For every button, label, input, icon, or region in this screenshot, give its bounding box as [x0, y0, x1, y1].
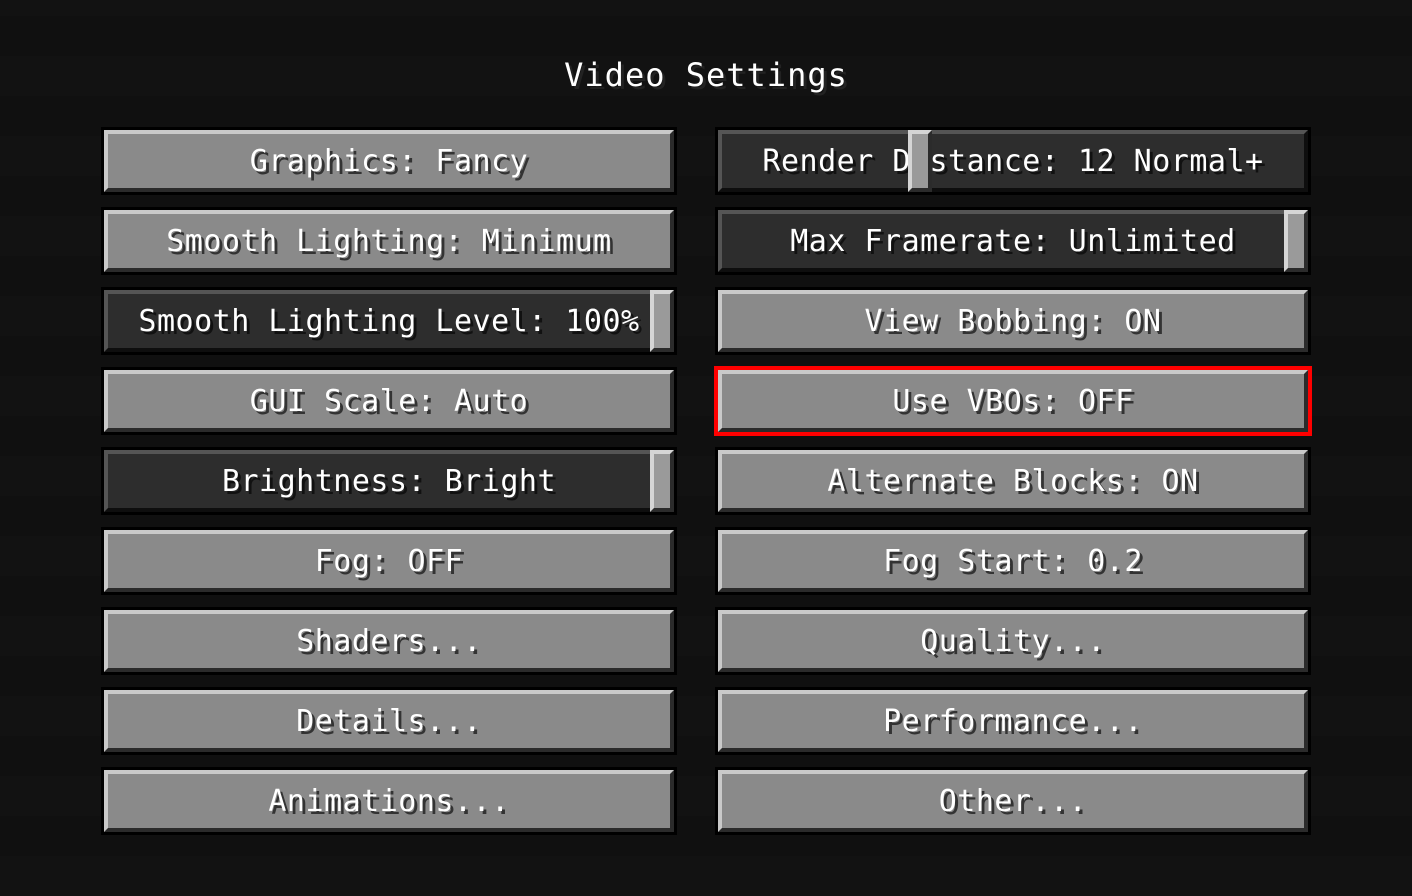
fog-start-button[interactable]: Fog Start: 0.2: [718, 530, 1308, 592]
slider-thumb[interactable]: [1284, 210, 1308, 272]
alternate-blocks-button[interactable]: Alternate Blocks: ON: [718, 450, 1308, 512]
details-button[interactable]: Details...: [104, 690, 674, 752]
performance-label: Performance...: [883, 704, 1143, 739]
fog-button[interactable]: Fog: OFF: [104, 530, 674, 592]
slider-thumb[interactable]: [908, 130, 932, 192]
gui-scale-button[interactable]: GUI Scale: Auto: [104, 370, 674, 432]
use-vbos-label: Use VBOs: OFF: [892, 384, 1133, 419]
animations-button[interactable]: Animations...: [104, 770, 674, 832]
render-distance-slider[interactable]: Render Distance: 12 Normal+: [718, 130, 1308, 192]
fog-start-label: Fog Start: 0.2: [883, 544, 1143, 579]
fog-label: Fog: OFF: [315, 544, 464, 579]
graphics-button[interactable]: Graphics: Fancy: [104, 130, 674, 192]
view-bobbing-button[interactable]: View Bobbing: ON: [718, 290, 1308, 352]
details-label: Details...: [296, 704, 482, 739]
performance-button[interactable]: Performance...: [718, 690, 1308, 752]
quality-label: Quality...: [920, 624, 1106, 659]
view-bobbing-label: View Bobbing: ON: [865, 304, 1162, 339]
page-title: Video Settings: [564, 56, 848, 94]
smooth-lighting-button[interactable]: Smooth Lighting: Minimum: [104, 210, 674, 272]
gui-scale-label: GUI Scale: Auto: [250, 384, 528, 419]
use-vbos-button[interactable]: Use VBOs: OFF: [718, 370, 1308, 432]
animations-label: Animations...: [268, 784, 509, 819]
alternate-blocks-label: Alternate Blocks: ON: [827, 464, 1198, 499]
slider-thumb[interactable]: [650, 450, 674, 512]
shaders-button[interactable]: Shaders...: [104, 610, 674, 672]
smooth-lighting-label: Smooth Lighting: Minimum: [166, 224, 611, 259]
brightness-slider[interactable]: Brightness: Bright: [104, 450, 674, 512]
graphics-label: Graphics: Fancy: [250, 144, 528, 179]
max-framerate-slider[interactable]: Max Framerate: Unlimited: [718, 210, 1308, 272]
slider-thumb[interactable]: [650, 290, 674, 352]
smooth-lighting-level-slider[interactable]: Smooth Lighting Level: 100%: [104, 290, 674, 352]
other-button[interactable]: Other...: [718, 770, 1308, 832]
shaders-label: Shaders...: [296, 624, 482, 659]
quality-button[interactable]: Quality...: [718, 610, 1308, 672]
video-settings-screen: Video Settings Graphics: Fancy Render Di…: [0, 0, 1412, 896]
max-framerate-label: Max Framerate: Unlimited: [790, 224, 1235, 259]
settings-grid: Graphics: Fancy Render Distance: 12 Norm…: [104, 130, 1308, 832]
render-distance-label: Render Distance: 12 Normal+: [762, 144, 1263, 179]
smooth-lighting-level-label: Smooth Lighting Level: 100%: [138, 304, 639, 339]
brightness-label: Brightness: Bright: [222, 464, 556, 499]
other-label: Other...: [939, 784, 1088, 819]
